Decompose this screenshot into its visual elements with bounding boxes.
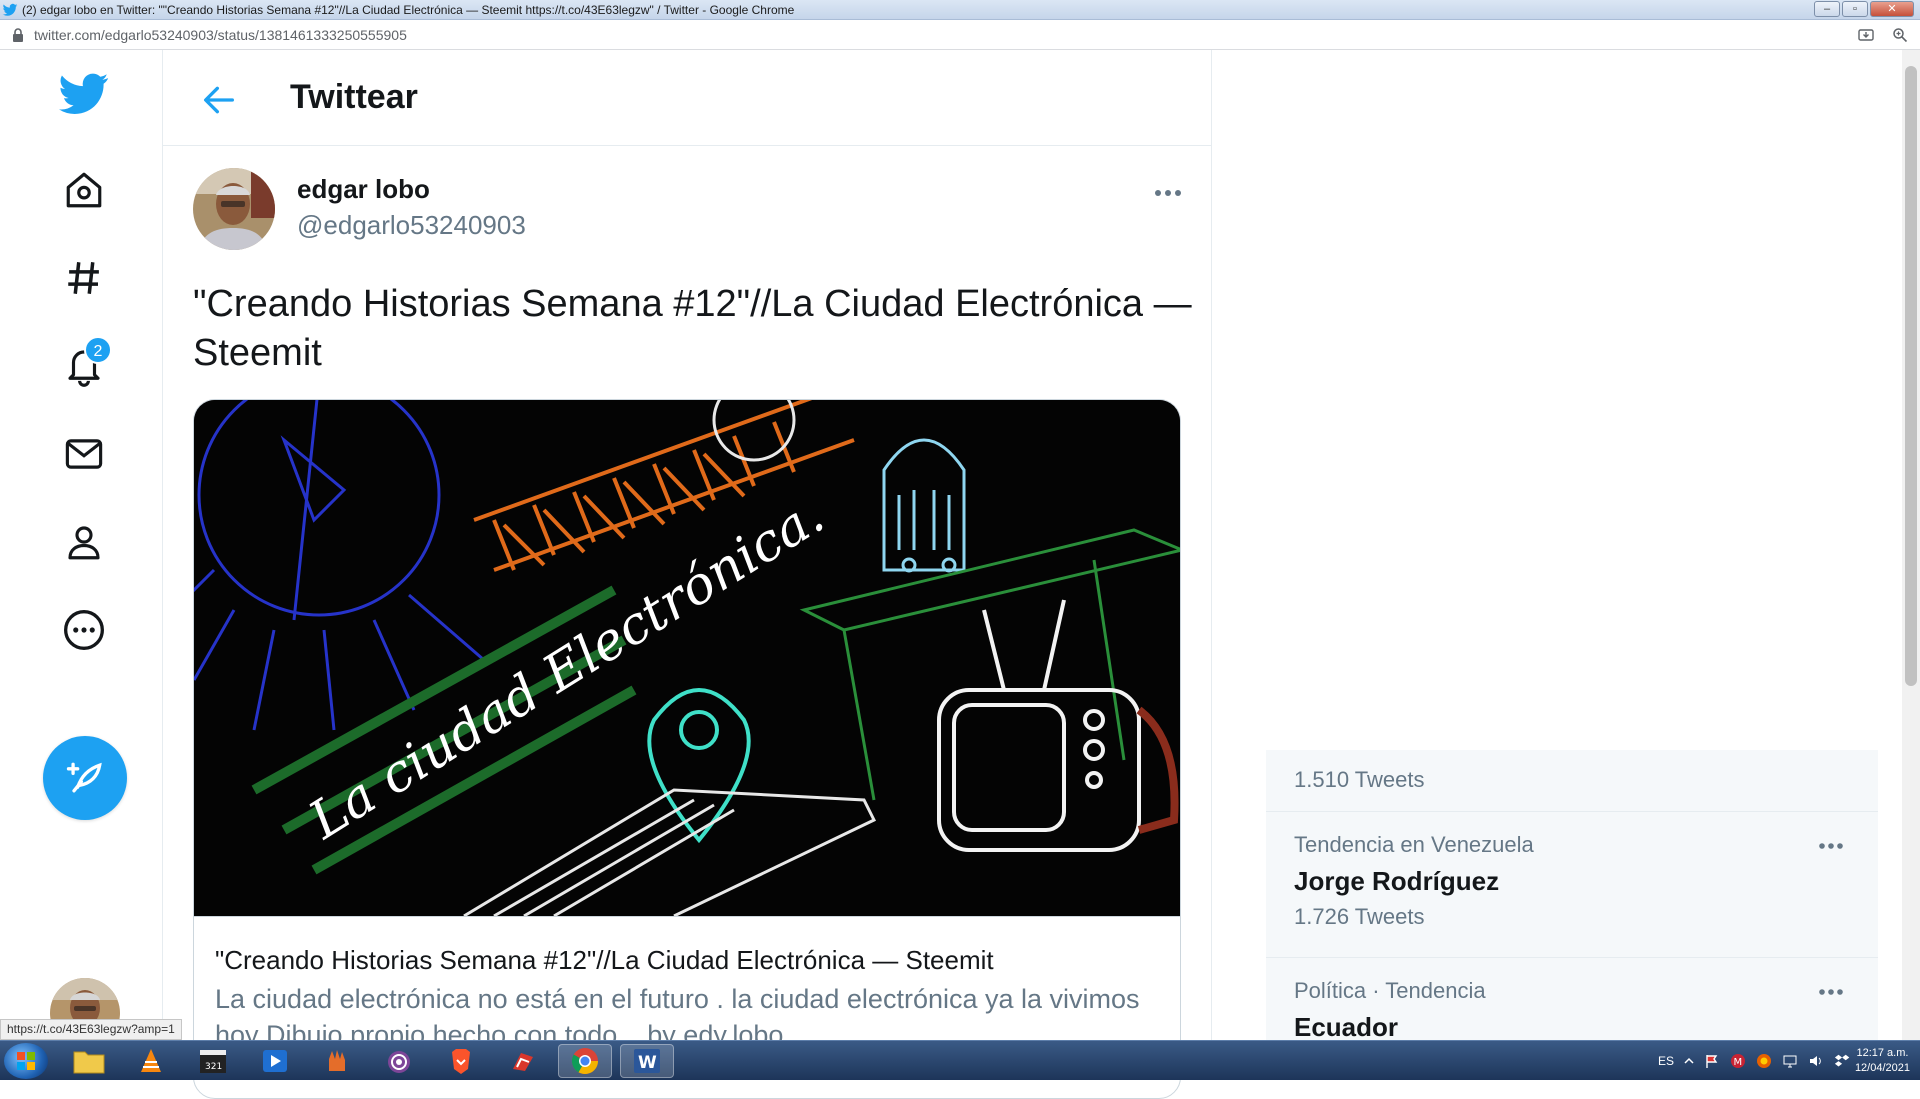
page-title: Twittear	[290, 78, 418, 116]
svg-text:M: M	[1734, 1057, 1743, 1068]
windows-taskbar: 321 W ES M 12:17 a.m. 12/04/2021	[0, 1040, 1920, 1080]
trend-context: Política · Tendencia	[1294, 978, 1486, 1003]
language-indicator[interactable]: ES	[1658, 1054, 1674, 1068]
status-bar-url: https://t.co/43E63legzw?amp=1	[0, 1019, 182, 1040]
windows-logo-icon	[17, 1052, 35, 1070]
taskbar-tor-browser[interactable]	[372, 1044, 426, 1078]
page-scrollbar[interactable]	[1902, 50, 1920, 1040]
vlc-cone-icon	[141, 1049, 161, 1072]
nav-home[interactable]	[56, 162, 112, 218]
lock-icon	[13, 27, 23, 42]
left-navigation: 2	[0, 50, 163, 1048]
ccleaner-icon	[513, 1053, 533, 1071]
clock-date: 12/04/2021	[1854, 1062, 1910, 1074]
trend-tweet-count: 1.726 Tweets	[1294, 904, 1425, 929]
trend-more-icon[interactable]	[1814, 836, 1848, 856]
taskbar-windows-media-player[interactable]	[248, 1044, 302, 1078]
page-header: Twittear	[163, 50, 1212, 146]
start-button[interactable]	[4, 1043, 48, 1079]
trend-item[interactable]: Política · Tendencia Ecuador	[1266, 958, 1878, 1042]
zoom-icon[interactable]	[1892, 27, 1908, 43]
tweet-text: "Creando Historias Semana #12"//La Ciuda…	[193, 283, 1192, 374]
twitter-favicon-icon	[2, 3, 18, 16]
clock-time: 12:17 a.m.	[1856, 1047, 1909, 1059]
network-icon[interactable]	[1782, 1053, 1798, 1069]
taskbar-word[interactable]: W	[620, 1044, 674, 1078]
taskbar-media-player-classic[interactable]: 321	[186, 1044, 240, 1078]
home-icon	[66, 172, 102, 208]
electronic-city-drawing: La ciudad Electrónica.	[194, 400, 1180, 918]
dropbox-icon[interactable]	[1834, 1053, 1850, 1069]
minimize-button[interactable]: –	[1814, 1, 1840, 17]
trend-item[interactable]: Tendencia en Venezuela Jorge Rodríguez 1…	[1266, 812, 1878, 958]
volume-icon[interactable]	[1808, 1053, 1824, 1069]
compose-feather-icon	[66, 762, 102, 793]
folder-icon	[73, 1051, 105, 1074]
film-clapper-icon: 321	[200, 1050, 226, 1073]
nav-profile[interactable]	[56, 514, 112, 570]
trend-context: Tendencia en Venezuela	[1294, 832, 1534, 857]
card-image: La ciudad Electrónica.	[194, 400, 1180, 918]
svg-text:W: W	[638, 1053, 657, 1073]
url-text[interactable]: twitter.com/edgarlo53240903/status/13814…	[34, 27, 407, 43]
trend-more-icon[interactable]	[1814, 982, 1848, 1002]
taskbar-chrome[interactable]	[558, 1044, 612, 1078]
trend-tweet-count: 1.510 Tweets	[1294, 767, 1425, 792]
taskbar-clock[interactable]: 12:17 a.m. 12/04/2021	[1855, 1046, 1910, 1076]
taskbar-vlc[interactable]	[124, 1044, 178, 1078]
taskbar-explorer[interactable]	[62, 1044, 116, 1078]
twitter-logo-icon	[59, 73, 109, 114]
svg-text:321: 321	[205, 1062, 222, 1072]
main-column: Twittear edgar lobo @edgarlo53240903 "Cr…	[163, 50, 1212, 1099]
firefox-tray-icon[interactable]	[1756, 1053, 1772, 1069]
card-title: "Creando Historias Semana #12"//La Ciuda…	[215, 945, 994, 975]
author-photo-icon	[193, 168, 275, 250]
tweet-more-icon[interactable]	[1148, 178, 1188, 208]
flag-icon[interactable]	[1704, 1053, 1720, 1069]
twitter-logo-link[interactable]	[56, 66, 112, 122]
nav-explore[interactable]	[56, 250, 112, 306]
taskbar-brave[interactable]	[434, 1044, 488, 1078]
mail-icon	[65, 439, 103, 469]
profile-icon	[68, 526, 100, 560]
trend-name: Ecuador	[1294, 1012, 1399, 1042]
more-options-icon	[64, 610, 104, 650]
taskbar-app-glove[interactable]	[310, 1044, 364, 1078]
brave-lion-icon	[452, 1049, 470, 1074]
scrollbar-thumb[interactable]	[1905, 66, 1917, 686]
tweet-author-avatar[interactable]	[193, 168, 275, 250]
close-window-button[interactable]: ✕	[1870, 1, 1914, 17]
trends-panel: 1.510 Tweets Tendencia en Venezuela Jorg…	[1266, 750, 1878, 1042]
tweet-author-handle[interactable]: @edgarlo53240903	[297, 210, 526, 241]
address-bar[interactable]: twitter.com/edgarlo53240903/status/13814…	[0, 20, 1920, 50]
notifications-badge: 2	[84, 336, 112, 364]
chrome-icon	[571, 1048, 599, 1075]
window-title: (2) edgar lobo en Twitter: ""Creando His…	[22, 2, 795, 17]
maximize-button[interactable]: ▫	[1842, 1, 1868, 17]
back-arrow-icon[interactable]	[199, 80, 239, 120]
glove-icon	[329, 1050, 345, 1071]
show-hidden-icons-icon[interactable]	[1684, 1056, 1694, 1066]
media-player-icon	[263, 1050, 287, 1072]
trend-name: Jorge Rodríguez	[1294, 866, 1500, 896]
taskbar-ccleaner[interactable]	[496, 1044, 550, 1078]
antivirus-icon[interactable]: M	[1730, 1053, 1746, 1069]
link-preview-card[interactable]: La ciudad Electrónica. "Creando Historia…	[193, 399, 1181, 1099]
word-icon: W	[634, 1049, 660, 1073]
window-title-bar: (2) edgar lobo en Twitter: ""Creando His…	[0, 0, 1920, 20]
nav-more[interactable]	[56, 602, 112, 658]
tor-onion-icon	[388, 1051, 410, 1073]
tweet-author-name[interactable]: edgar lobo	[297, 174, 430, 205]
compose-tweet-button[interactable]	[43, 736, 127, 820]
nav-messages[interactable]	[56, 426, 112, 482]
install-app-icon[interactable]	[1858, 27, 1874, 43]
trend-item[interactable]: 1.510 Tweets	[1266, 750, 1878, 812]
system-tray: ES M	[1658, 1041, 1850, 1081]
hashtag-icon	[68, 262, 99, 294]
